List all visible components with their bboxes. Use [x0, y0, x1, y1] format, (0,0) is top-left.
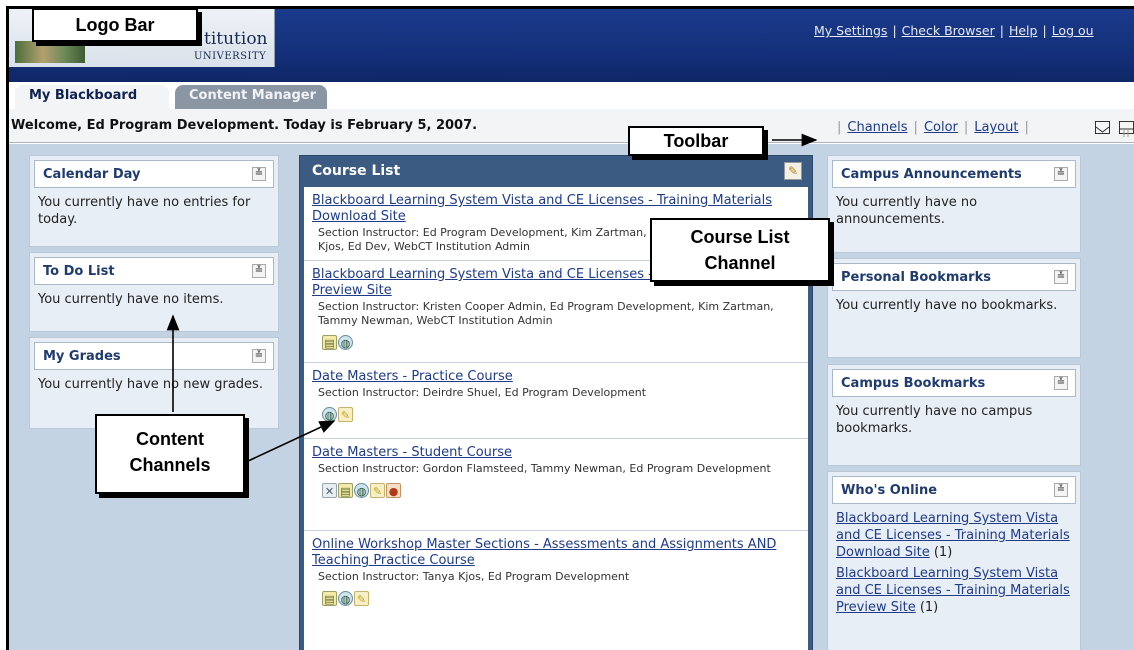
collapse-icon[interactable]: ≚ [1054, 270, 1068, 284]
logo-text-institution: titution [204, 29, 268, 49]
course-instructors: Section Instructor: Gordon Flamsteed, Ta… [318, 462, 771, 475]
tools-icon[interactable]: ✕ [322, 483, 337, 498]
whos-online-channel: Who's Online ≚ Blackboard Learning System… [827, 471, 1081, 650]
channel-body: You currently have no campus bookmarks. [836, 404, 1033, 436]
course-item: Date Masters - Student Course Section In… [304, 439, 808, 531]
course-tool-icons: ◍ ✎ [312, 404, 800, 422]
check-browser-link[interactable]: Check Browser [902, 23, 995, 38]
course-instructors: Section Instructor: Tanya Kjos, Ed Progr… [318, 570, 630, 583]
channel-title: Calendar Day ≚ [34, 160, 274, 188]
online-course-link[interactable]: Blackboard Learning System Vista and CE … [836, 566, 1070, 615]
welcome-bar: Welcome, Ed Program Development. Today i… [9, 109, 1134, 143]
logo-bar-callout: Logo Bar [32, 8, 198, 42]
channel-title: To Do List ≚ [34, 257, 274, 285]
course-tool-icons: ▤ ◍ ✎ [312, 588, 800, 606]
tab-my-blackboard[interactable]: My Blackboard [15, 85, 169, 109]
document-tool-icon[interactable]: ▤ [338, 483, 353, 498]
collapse-icon[interactable]: ≚ [1054, 483, 1068, 497]
course-instructors: Section Instructor: Deirdre Shuel, Ed Pr… [318, 386, 647, 399]
course-item: Date Masters - Practice Course Section I… [304, 363, 808, 439]
collapse-icon[interactable]: ≚ [252, 349, 266, 363]
calendar-day-channel: Calendar Day ≚ You currently have no entr… [29, 155, 279, 247]
welcome-message: Welcome, Ed Program Development. Today i… [11, 118, 478, 133]
campus-bookmarks-channel: Campus Bookmarks ≚ You currently have no … [827, 364, 1081, 466]
content-area: Calendar Day ≚ You currently have no entr… [9, 144, 1134, 650]
globe-tool-icon[interactable]: ◍ [322, 407, 337, 422]
channel-title: Campus Bookmarks ≚ [832, 369, 1076, 397]
personal-bookmarks-channel: Personal Bookmarks ≚ You currently have n… [827, 258, 1081, 358]
collapse-icon[interactable]: ≚ [1054, 167, 1068, 181]
channel-body: You currently have no items. [38, 292, 224, 307]
course-tool-icons: ✕ ▤ ◍ ✎ ● [312, 480, 800, 498]
document-tool-icon[interactable]: ▤ [322, 335, 337, 350]
channel-body: You currently have no bookmarks. [836, 298, 1058, 313]
online-entry: Blackboard Learning System Vista and CE … [836, 565, 1072, 616]
online-count: (1) [933, 545, 953, 560]
channel-body: You currently have no entries for today. [38, 195, 251, 227]
utility-links: My Settings | Check Browser | Help | Log ou [814, 23, 1094, 38]
collapse-icon[interactable]: ≚ [252, 167, 266, 181]
course-link[interactable]: Online Workshop Master Sections - Assess… [312, 537, 800, 569]
content-channels-callout: Content Channels [95, 414, 245, 494]
online-course-link[interactable]: Blackboard Learning System Vista and CE … [836, 511, 1070, 560]
toolbar-callout: Toolbar [628, 126, 764, 156]
globe-tool-icon[interactable]: ◍ [354, 483, 369, 498]
course-link[interactable]: Date Masters - Practice Course [312, 369, 800, 385]
campus-announcements-channel: Campus Announcements ≚ You currently have… [827, 155, 1081, 253]
channel-body: Blackboard Learning System Vista and CE … [828, 504, 1080, 622]
channels-link[interactable]: Channels [847, 120, 907, 135]
my-settings-link[interactable]: My Settings [814, 23, 887, 38]
channel-body: You currently have no new grades. [38, 377, 263, 392]
course-link[interactable]: Date Masters - Student Course [312, 445, 800, 461]
pencil-tool-icon[interactable]: ✎ [338, 407, 353, 422]
log-out-link[interactable]: Log ou [1052, 23, 1094, 38]
help-link[interactable]: Help [1009, 23, 1038, 38]
edit-pencil-icon[interactable]: ✎ [784, 162, 802, 180]
blackboard-window: titution UNIVERSITY My Settings | Check Br… [6, 6, 1134, 650]
channel-title: Campus Announcements ≚ [832, 160, 1076, 188]
document-tool-icon[interactable]: ▤ [322, 591, 337, 606]
collapse-icon[interactable]: ≚ [1054, 376, 1068, 390]
campus-photo [15, 41, 85, 63]
calendar-icon[interactable] [1119, 121, 1134, 137]
online-entry: Blackboard Learning System Vista and CE … [836, 510, 1072, 561]
channel-title: Who's Online ≚ [832, 476, 1076, 504]
toolbar: | Channels | Color | Layout | [837, 120, 1029, 135]
collapse-icon[interactable]: ≚ [252, 264, 266, 278]
course-list-channel-callout: Course List Channel [650, 218, 830, 282]
channel-title: My Grades ≚ [34, 342, 274, 370]
logo-text-university: UNIVERSITY [194, 51, 267, 62]
channel-title: Personal Bookmarks ≚ [832, 263, 1076, 291]
tab-content-manager[interactable]: Content Manager [175, 85, 327, 109]
globe-tool-icon[interactable]: ◍ [338, 335, 353, 350]
to-do-list-channel: To Do List ≚ You currently have no items. [29, 252, 279, 332]
layout-link[interactable]: Layout [974, 120, 1018, 135]
envelope-icon[interactable] [1095, 121, 1110, 134]
course-list-title: Course List ✎ [300, 156, 812, 186]
course-tool-icons: ▤ ◍ [312, 332, 800, 350]
course-item: Online Workshop Master Sections - Assess… [304, 531, 808, 650]
course-instructors: Section Instructor: Kristen Cooper Admin… [318, 300, 774, 327]
channel-body: You currently have no announcements. [836, 195, 978, 227]
globe-tool-icon[interactable]: ◍ [338, 591, 353, 606]
pencil-tool-icon[interactable]: ✎ [354, 591, 369, 606]
apple-tool-icon[interactable]: ● [386, 483, 401, 498]
color-link[interactable]: Color [924, 120, 958, 135]
online-count: (1) [919, 600, 939, 615]
pencil-tool-icon[interactable]: ✎ [370, 483, 385, 498]
